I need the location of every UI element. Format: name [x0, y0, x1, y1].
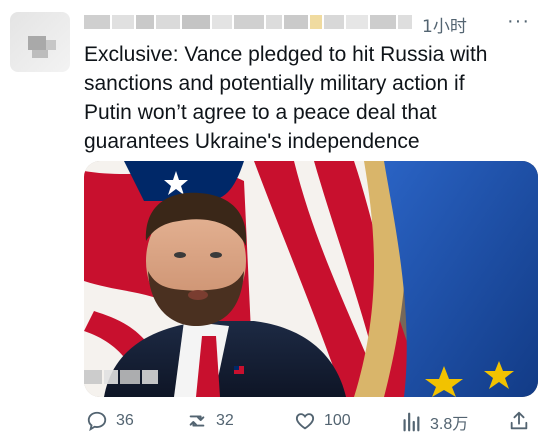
post-text-line: sanctions and potentially military actio… — [84, 72, 465, 95]
retweet-button[interactable]: 32 — [186, 410, 234, 432]
post-text-line: Putin won’t agree to a peace deal that — [84, 101, 437, 124]
retweet-icon — [189, 415, 205, 427]
bar-chart-icon — [403, 412, 420, 432]
views-count: 3.8万 — [430, 416, 469, 433]
author-name-blurred[interactable] — [84, 12, 414, 32]
retweet-count: 32 — [216, 412, 234, 429]
vance-flags-photo — [84, 161, 538, 397]
post-image[interactable] — [84, 161, 538, 397]
share-icon — [510, 411, 528, 430]
more-dots-icon[interactable]: ··· — [507, 10, 530, 33]
avatar[interactable] — [10, 12, 70, 72]
action-bar: 36 32 100 3.8万 — [84, 410, 538, 438]
post-text-line: Exclusive: Vance pledged to hit Russia w… — [84, 43, 488, 66]
post-header: 1小时 ··· — [84, 10, 534, 37]
post-text: Exclusive: Vance pledged to hit Russia w… — [84, 40, 534, 156]
like-button[interactable]: 100 — [294, 410, 351, 432]
reply-button[interactable]: 36 — [86, 410, 134, 432]
image-caption-blurred — [84, 370, 164, 386]
reply-count: 36 — [116, 412, 134, 429]
share-button[interactable] — [508, 410, 530, 432]
post-text-line: guarantees Ukraine's independence — [84, 130, 420, 153]
comment-icon — [87, 411, 107, 432]
views-button[interactable]: 3.8万 — [400, 410, 468, 434]
heart-icon — [295, 413, 315, 430]
like-count: 100 — [324, 412, 351, 429]
post-time[interactable]: 1小时 — [422, 12, 467, 37]
